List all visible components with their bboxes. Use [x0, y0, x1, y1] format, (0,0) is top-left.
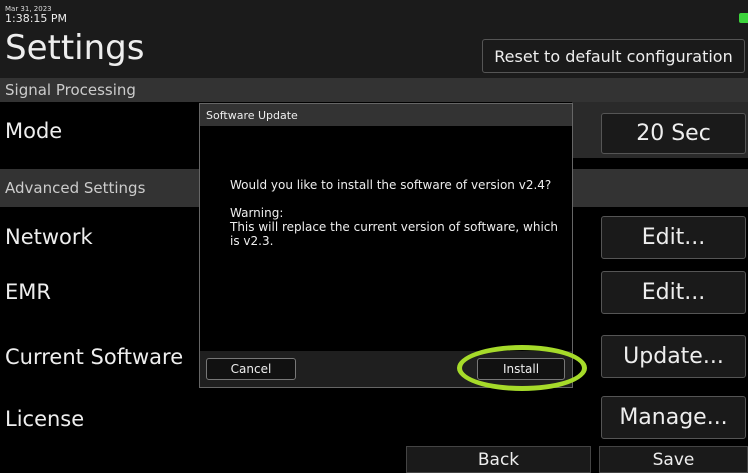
- emr-label: EMR: [5, 280, 51, 304]
- reset-default-button[interactable]: Reset to default configuration: [482, 39, 745, 73]
- section-signal-processing: Signal Processing: [0, 78, 748, 102]
- dialog-title: Software Update: [200, 104, 572, 126]
- network-label: Network: [5, 225, 93, 249]
- page-title: Settings: [5, 28, 145, 68]
- mode-label: Mode: [5, 119, 63, 143]
- time-label: 1:38:15 PM: [5, 12, 68, 25]
- dialog-body: Would you like to install the software o…: [200, 126, 572, 248]
- battery-icon: [739, 13, 748, 23]
- dialog-warning-heading: Warning:: [230, 206, 284, 220]
- install-highlight-ring: [457, 345, 587, 391]
- license-label: License: [5, 407, 85, 431]
- current-software-label: Current Software: [5, 345, 184, 369]
- dialog-question: Would you like to install the software o…: [230, 178, 552, 192]
- cancel-button[interactable]: Cancel: [206, 358, 296, 380]
- header-bar: Mar 31, 2023 1:38:15 PM Settings Reset t…: [0, 0, 748, 78]
- software-update-button[interactable]: Update...: [601, 335, 746, 378]
- back-button[interactable]: Back: [406, 446, 591, 473]
- mode-value-button[interactable]: 20 Sec: [601, 113, 746, 154]
- save-button[interactable]: Save: [599, 446, 748, 473]
- license-manage-button[interactable]: Manage...: [601, 396, 746, 439]
- dialog-warning-text: This will replace the current version of…: [230, 220, 558, 248]
- emr-edit-button[interactable]: Edit...: [601, 271, 746, 314]
- network-edit-button[interactable]: Edit...: [601, 216, 746, 259]
